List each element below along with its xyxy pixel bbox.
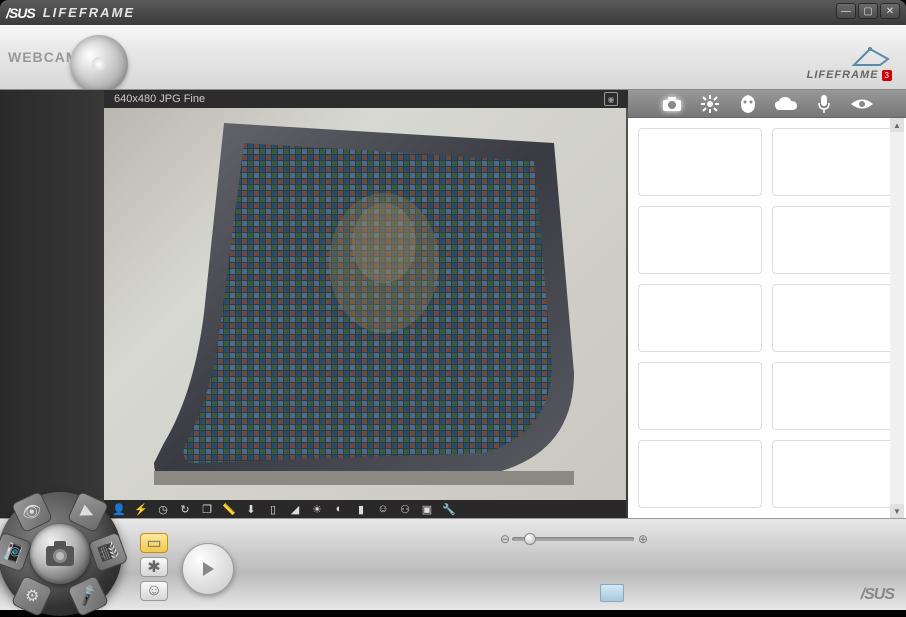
window-controls: — ▢ ✕ xyxy=(836,3,900,19)
half-icon[interactable]: ◐ xyxy=(332,502,346,516)
thumbnail-slot[interactable] xyxy=(638,284,762,352)
stack-icon[interactable]: ❐ xyxy=(200,502,214,516)
ruler-icon[interactable]: 📏 xyxy=(222,502,236,516)
left-margin xyxy=(0,90,104,518)
close-button[interactable]: ✕ xyxy=(880,3,900,19)
zoom-out-icon[interactable]: ⊖ xyxy=(500,532,510,546)
camera-status-icon: ◉ xyxy=(604,92,618,106)
tab-mask[interactable] xyxy=(736,93,760,115)
effects-button[interactable]: ✱ xyxy=(140,557,168,577)
flash-icon[interactable]: ⚡ xyxy=(134,502,148,516)
sun-icon[interactable]: ☀ xyxy=(310,502,324,516)
zoom-in-icon[interactable]: ⊕ xyxy=(638,532,648,546)
thumbnail-grid xyxy=(628,118,906,518)
mode-wheel: 👁 ▶ 📷 🎬 ⚙ 🎤 xyxy=(0,492,122,616)
footer: 👁 ▶ 📷 🎬 ⚙ 🎤 ▭ ✱ ☺ ⊖ ⊕ /SUS xyxy=(0,518,906,610)
scroll-up-icon[interactable]: ▲ xyxy=(890,118,904,132)
webcam-label: WEBCAM xyxy=(8,49,79,65)
thumbnail-slot[interactable] xyxy=(638,440,762,508)
preview-panel: 640x480 JPG Fine ◉ xyxy=(0,90,628,518)
face-button[interactable]: ☺ xyxy=(140,581,168,601)
thumbnail-slot[interactable] xyxy=(772,284,896,352)
tab-mic[interactable] xyxy=(812,93,836,115)
thumbnail-slot[interactable] xyxy=(638,128,762,196)
lifeframe-logo: LIFEFRAME 3 xyxy=(807,45,892,81)
preview-viewport[interactable] xyxy=(104,108,626,500)
tab-camera[interactable] xyxy=(660,93,684,115)
phone-icon[interactable]: ▯ xyxy=(266,502,280,516)
thumbnail-slot[interactable] xyxy=(772,206,896,274)
brand-logo: /SUS xyxy=(6,5,35,21)
tab-eye[interactable] xyxy=(850,93,874,115)
thumbnail-scrollbar[interactable]: ▲ ▼ xyxy=(890,118,904,518)
timer-icon[interactable]: ◷ xyxy=(156,502,170,516)
wrench-icon[interactable]: 🔧 xyxy=(442,502,456,516)
preview-toolbar: 👤 ⚡ ◷ ↻ ❐ 📏 ⬇ ▯ ◢ ☀ ◐ ▮ ☺ ⚇ ▣ 🔧 xyxy=(104,500,626,518)
contrast-icon[interactable]: ◢ xyxy=(288,502,302,516)
lifeframe-icon xyxy=(850,45,892,69)
thumbnail-slot[interactable] xyxy=(638,362,762,430)
webcam-feed-image xyxy=(134,113,594,493)
scroll-down-icon[interactable]: ▼ xyxy=(890,504,904,518)
minimize-button[interactable]: — xyxy=(836,3,856,19)
main-content: 640x480 JPG Fine ◉ xyxy=(0,90,906,518)
tab-effects[interactable] xyxy=(698,93,722,115)
footer-brand: /SUS xyxy=(861,586,894,604)
shutter-button[interactable] xyxy=(30,524,90,584)
tab-cloud[interactable] xyxy=(774,93,798,115)
blur-icon[interactable]: ⚇ xyxy=(398,502,412,516)
right-panel: ▲ ▼ xyxy=(628,90,906,518)
app-title: LIFEFRAME xyxy=(43,5,135,20)
lens-decoration xyxy=(70,35,128,90)
frame-icon[interactable]: ▣ xyxy=(420,502,434,516)
face-icon[interactable]: ☺ xyxy=(376,502,390,516)
capture-info-text: 640x480 JPG Fine xyxy=(114,93,205,105)
gallery-button[interactable]: ▭ xyxy=(140,533,168,553)
arrow-down-icon[interactable]: ⬇ xyxy=(244,502,258,516)
thumbnail-slot[interactable] xyxy=(638,206,762,274)
play-button[interactable] xyxy=(182,543,234,595)
bars-icon[interactable]: ▮ xyxy=(354,502,368,516)
lifeframe-version-badge: 3 xyxy=(882,70,892,81)
titlebar: /SUS LIFEFRAME — ▢ ✕ xyxy=(0,0,906,25)
zoom-slider-thumb[interactable] xyxy=(524,533,536,545)
thumbnail-slot[interactable] xyxy=(772,128,896,196)
rotate-icon[interactable]: ↻ xyxy=(178,502,192,516)
pip-toggle-button[interactable] xyxy=(600,584,624,602)
header: WEBCAM LIFEFRAME 3 xyxy=(0,25,906,90)
zoom-slider[interactable] xyxy=(512,537,634,541)
lifeframe-logo-text: LIFEFRAME xyxy=(807,69,879,81)
thumbnail-slot[interactable] xyxy=(772,440,896,508)
right-tabs xyxy=(628,90,906,118)
maximize-button[interactable]: ▢ xyxy=(858,3,878,19)
thumbnail-slot[interactable] xyxy=(772,362,896,430)
preview-info-bar: 640x480 JPG Fine ◉ xyxy=(104,90,628,108)
side-buttons: ▭ ✱ ☺ xyxy=(140,533,168,601)
